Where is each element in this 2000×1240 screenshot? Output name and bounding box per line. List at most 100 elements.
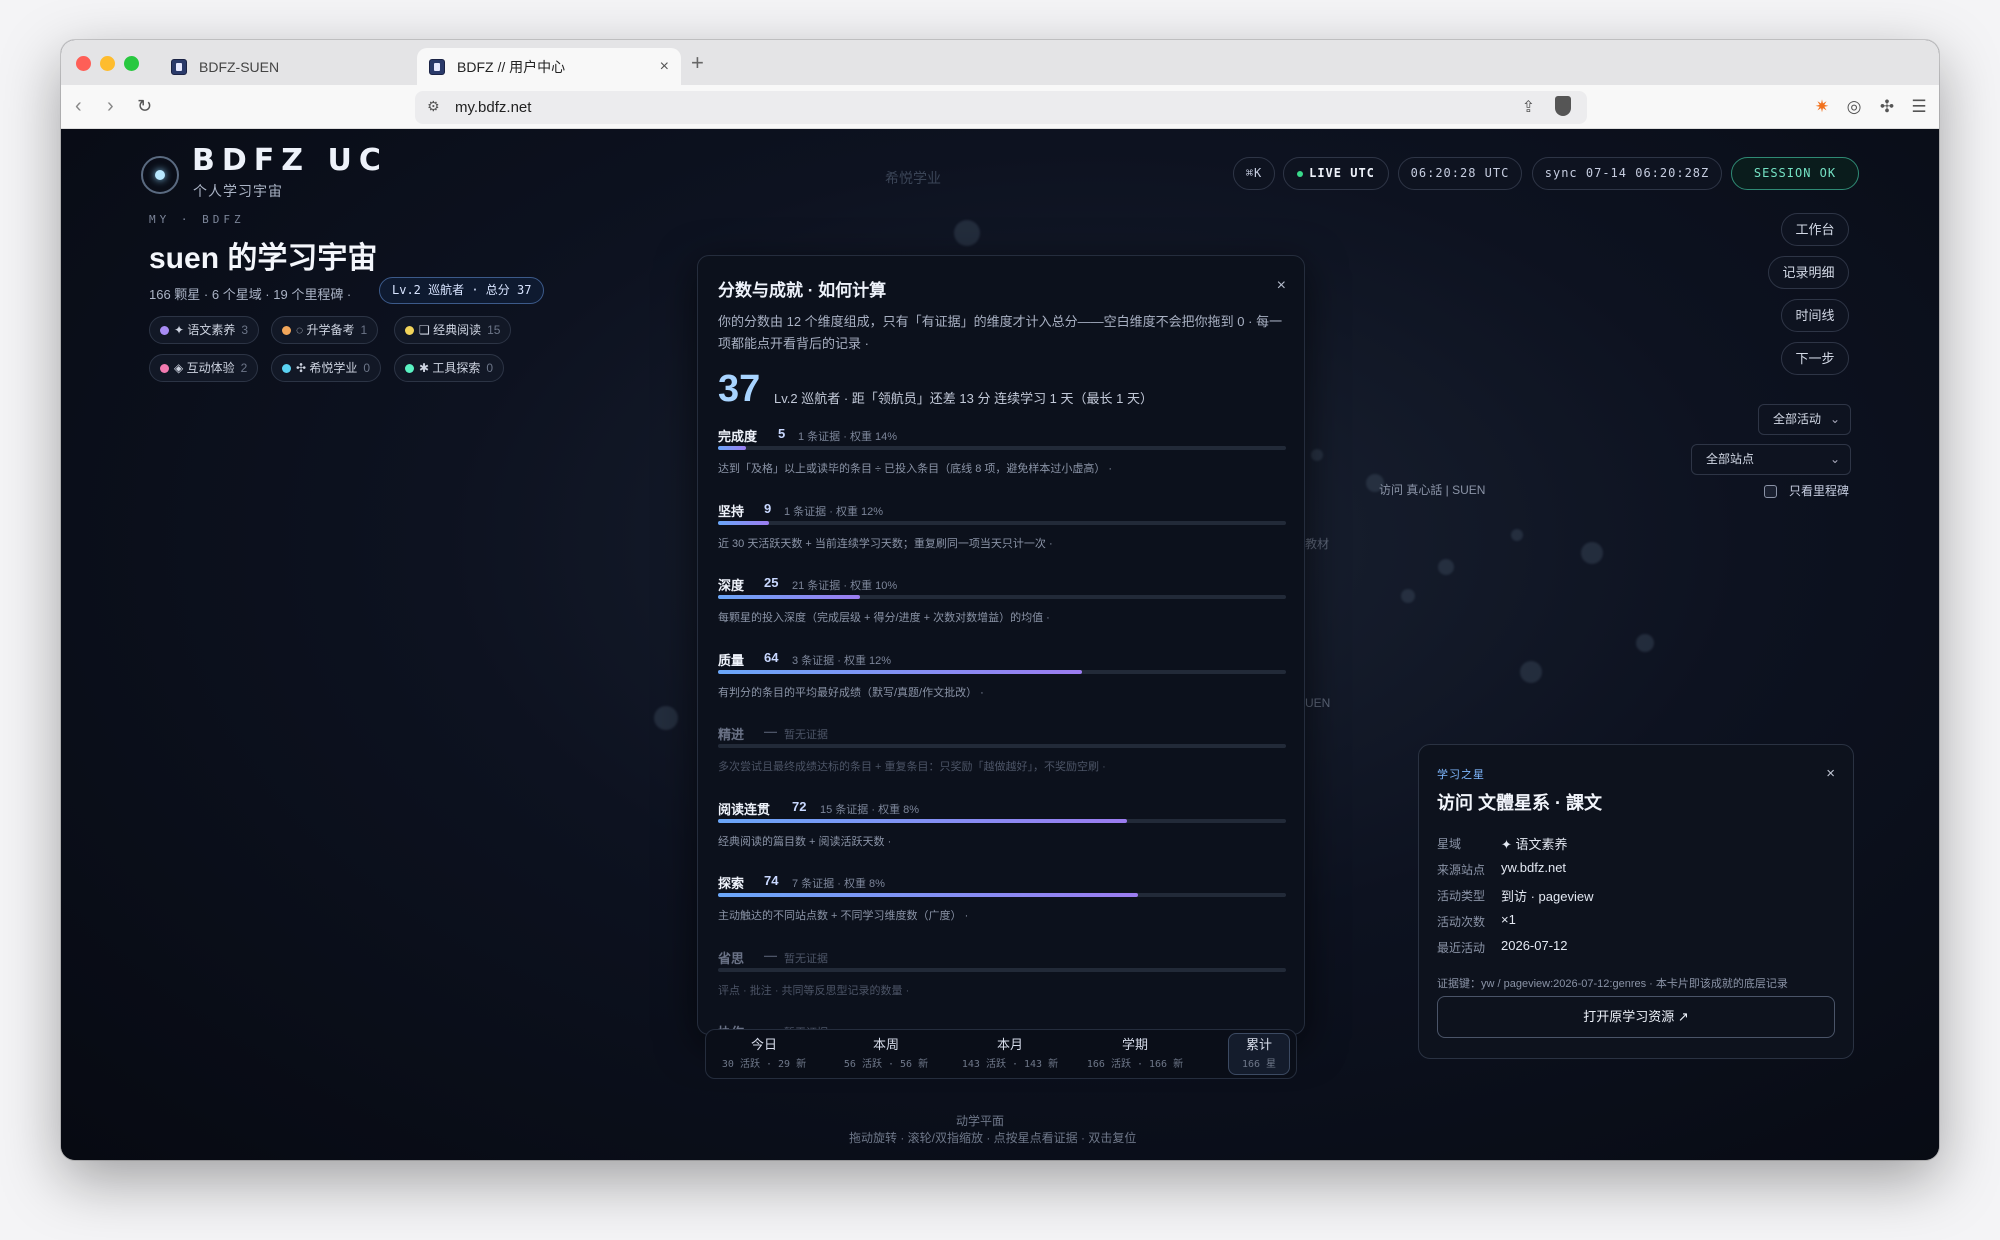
- minimize-window-button[interactable]: [100, 56, 115, 71]
- score-dimension-row[interactable]: 坚持 9 1 条证据 · 权重 12% 近 30 天活跃天数 + 当前连续学习天数；重…: [718, 501, 1286, 575]
- reload-icon[interactable]: ↻: [137, 96, 152, 117]
- close-window-button[interactable]: [76, 56, 91, 71]
- level-badge[interactable]: Lv.2 巡航者 · 总分 37: [379, 277, 545, 304]
- menu-icon[interactable]: ☰: [1909, 97, 1929, 117]
- forward-icon[interactable]: ›: [107, 95, 114, 118]
- dimension-meta: 7 条证据 · 权重 8%: [792, 878, 885, 890]
- dimension-score: 9: [764, 500, 772, 516]
- dimension-progress-fill: [718, 446, 747, 450]
- detail-row: 最近活动 2026-07-12: [1437, 938, 1568, 956]
- favicon-icon: [429, 58, 445, 75]
- workbench-button[interactable]: 工作台: [1781, 213, 1849, 246]
- brave-shield-icon[interactable]: [1555, 96, 1571, 116]
- detail-row: 星域 ✦ 语文素养: [1437, 835, 1568, 852]
- score-dimension-row[interactable]: 深度 25 21 条证据 · 权重 10% 每颗星的投入深度（完成层级 + 得分/进度…: [718, 575, 1286, 649]
- dimension-name: 深度: [718, 578, 745, 593]
- close-icon[interactable]: ×: [1826, 765, 1835, 782]
- dimension-score: 74: [764, 873, 779, 888]
- desktop-background: BDFZ-SUEN BDFZ // 用户中心 × + ‹ › ↻ ⚙ my.bd…: [0, 0, 2000, 1240]
- dimension-meta: 1 条证据 · 权重 12%: [784, 505, 884, 518]
- dimension-progress-fill: [718, 669, 1082, 674]
- dimension-progress-track: [718, 595, 1286, 599]
- dimension-progress-fill: [718, 818, 1127, 823]
- command-palette-button[interactable]: ⌘K: [1233, 157, 1275, 190]
- bg-label: 访问 真心話 | SUEN: [1379, 483, 1486, 497]
- dimension-description: 多次尝试且最终成绩达标的条目 + 重复条目：只奖励「越做越好」，不奖励空刷 ·: [718, 761, 1106, 773]
- dimension-meta: 15 条证据 · 权重 8%: [820, 803, 920, 816]
- app-page: 希悦学业 访问 真心話 | SUEN 教材 UEN BDFZ UC 个人学习宇宙…: [61, 129, 1939, 1160]
- dimension-description: 经典阅读的篇目数 + 阅读活跃天数 ·: [718, 835, 892, 848]
- range-today[interactable]: 今日 30 活跃 · 29 新: [705, 1034, 823, 1070]
- interaction-hint: 拖动旋转 · 滚轮/双指缩放 · 点按星点看证据 · 双击复位: [849, 1131, 1137, 1145]
- chip-seiue[interactable]: ✣ 希悦学业 0: [271, 354, 382, 382]
- extensions-icon[interactable]: ✣: [1877, 97, 1897, 117]
- chip-dot: [160, 364, 169, 373]
- score-dimension-row[interactable]: 质量 64 3 条证据 · 权重 12% 有判分的条目的平均最好成绩（默写/真题/作文…: [718, 650, 1286, 724]
- detail-key: 最近活动: [1437, 941, 1486, 955]
- detail-value: ✦ 语文素养: [1501, 837, 1568, 852]
- share-icon[interactable]: ⇪: [1522, 97, 1535, 117]
- open-resource-button[interactable]: 打开原学习资源 ↗: [1437, 996, 1835, 1038]
- card-eyebrow: 学习之星: [1437, 769, 1485, 781]
- range-total[interactable]: 累计 166 星: [1228, 1033, 1290, 1075]
- site-settings-icon[interactable]: ⚙: [427, 98, 440, 115]
- rewards-icon[interactable]: ✷: [1812, 97, 1832, 117]
- range-label: 累计: [1245, 1037, 1272, 1052]
- new-tab-icon[interactable]: +: [691, 50, 704, 76]
- range-semester[interactable]: 学期 166 活跃 · 166 新: [1076, 1034, 1194, 1070]
- chip-dot: [405, 326, 414, 335]
- detail-value: yw.bdfz.net: [1501, 860, 1567, 875]
- dimension-meta: 21 条证据 · 权重 10%: [792, 580, 898, 592]
- site-filter-value: 全部站点: [1706, 452, 1755, 466]
- dimension-progress-track: [718, 446, 1286, 450]
- chip-label: ✱ 工具探索: [419, 361, 481, 375]
- zoom-window-button[interactable]: [124, 56, 139, 71]
- detail-key: 活动类型: [1437, 889, 1486, 903]
- activity-filter-select[interactable]: 全部活动 ⌄: [1758, 404, 1851, 435]
- timeline-button[interactable]: 时间线: [1781, 299, 1849, 332]
- close-icon[interactable]: ×: [1277, 277, 1286, 295]
- chip-yuwen[interactable]: ✦ 语文素养 3: [149, 316, 260, 344]
- dimension-score: 5: [778, 426, 786, 441]
- dimension-description: 有判分的条目的平均最好成绩（默写/真题/作文批改） ·: [718, 686, 984, 699]
- star-detail-card: 学习之星 × 访问 文體星系 · 課文 星域 ✦ 语文素养 来源站点 yw.bdfz…: [1418, 744, 1854, 1059]
- dimension-description: 近 30 天活跃天数 + 当前连续学习天数；重复刷同一项当天只计一次 ·: [718, 537, 1053, 550]
- chip-reading[interactable]: ❏ 经典阅读 15: [394, 316, 512, 344]
- score-dimension-row[interactable]: 完成度 5 1 条证据 · 权重 14% 达到「及格」以上或读毕的条目 ÷ 已投入条目…: [718, 426, 1286, 500]
- next-step-button[interactable]: 下一步: [1781, 342, 1849, 375]
- address-bar[interactable]: ⚙ my.bdfz.net ⇪: [415, 91, 1587, 124]
- dimension-score: 25: [764, 575, 779, 590]
- close-tab-icon[interactable]: ×: [660, 58, 669, 76]
- time-range-bar: 今日 30 活跃 · 29 新 本周 56 活跃 · 56 新 本月 143 活…: [705, 1029, 1297, 1079]
- detail-row: 来源站点 yw.bdfz.net: [1437, 860, 1566, 878]
- session-status: SESSION OK: [1731, 157, 1859, 190]
- total-score: 37: [718, 368, 761, 410]
- summary-stats: 166 颗星 · 6 个星域 · 19 个里程碑 ·: [149, 287, 352, 302]
- dimension-progress-fill: [718, 595, 860, 599]
- site-filter-select[interactable]: 全部站点 ⌄: [1691, 444, 1851, 475]
- chip-tools[interactable]: ✱ 工具探索 0: [394, 354, 505, 382]
- brand-title: BDFZ UC: [192, 143, 388, 178]
- score-dimension-row[interactable]: 探索 74 7 条证据 · 权重 8% 主动触达的不同站点数 + 不同学习维度数（广度…: [718, 873, 1286, 947]
- score-dimension-row[interactable]: 精进 — 暂无证据 多次尝试且最终成绩达标的条目 + 重复条目：只奖励「越做越好」，不…: [718, 724, 1286, 798]
- tab-user-center[interactable]: BDFZ // 用户中心 ×: [417, 48, 681, 85]
- records-button[interactable]: 记录明细: [1768, 256, 1849, 289]
- dimension-progress-track: [718, 893, 1286, 897]
- sync-status: sync 07-14 06:20:28Z: [1532, 157, 1722, 190]
- milestone-only-checkbox[interactable]: [1764, 485, 1777, 498]
- brand-subtitle: 个人学习宇宙: [193, 183, 283, 199]
- range-week[interactable]: 本周 56 活跃 · 56 新: [827, 1034, 945, 1070]
- detail-value: 2026-07-12: [1501, 938, 1568, 953]
- tab-bdfz-suen[interactable]: BDFZ-SUEN: [159, 48, 409, 85]
- chip-exam[interactable]: ◌ 升学备考 1: [271, 316, 379, 344]
- wallet-icon[interactable]: ◎: [1844, 97, 1864, 117]
- chip-interactive[interactable]: ◈ 互动体验 2: [149, 354, 259, 382]
- score-dimension-row[interactable]: 阅读连贯 72 15 条证据 · 权重 8% 经典阅读的篇目数 + 阅读活跃天数 ·: [718, 799, 1286, 873]
- score-dimension-row[interactable]: 省思 — 暂无证据 评点 · 批注 · 共同等反思型记录的数量 ·: [718, 948, 1286, 1022]
- utc-clock: 06:20:28 UTC: [1398, 157, 1522, 190]
- range-month[interactable]: 本月 143 活跃 · 143 新: [951, 1034, 1069, 1070]
- back-icon[interactable]: ‹: [75, 95, 82, 118]
- favicon-icon: [171, 58, 187, 75]
- range-sub: 166 活跃 · 166 新: [1086, 1059, 1184, 1070]
- bg-label: 教材: [1305, 537, 1330, 551]
